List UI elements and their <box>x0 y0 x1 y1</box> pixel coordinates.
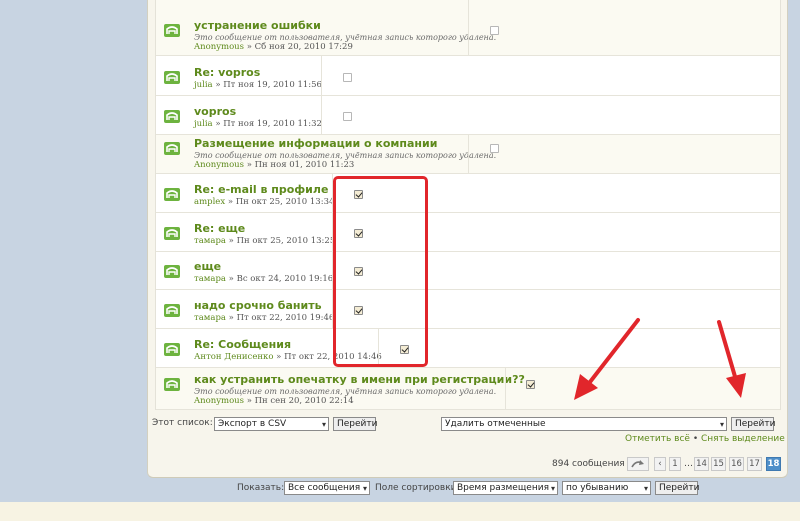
annotation-arrows <box>574 318 746 400</box>
red-arrow-left <box>574 318 640 400</box>
red-arrow-right <box>717 320 746 398</box>
